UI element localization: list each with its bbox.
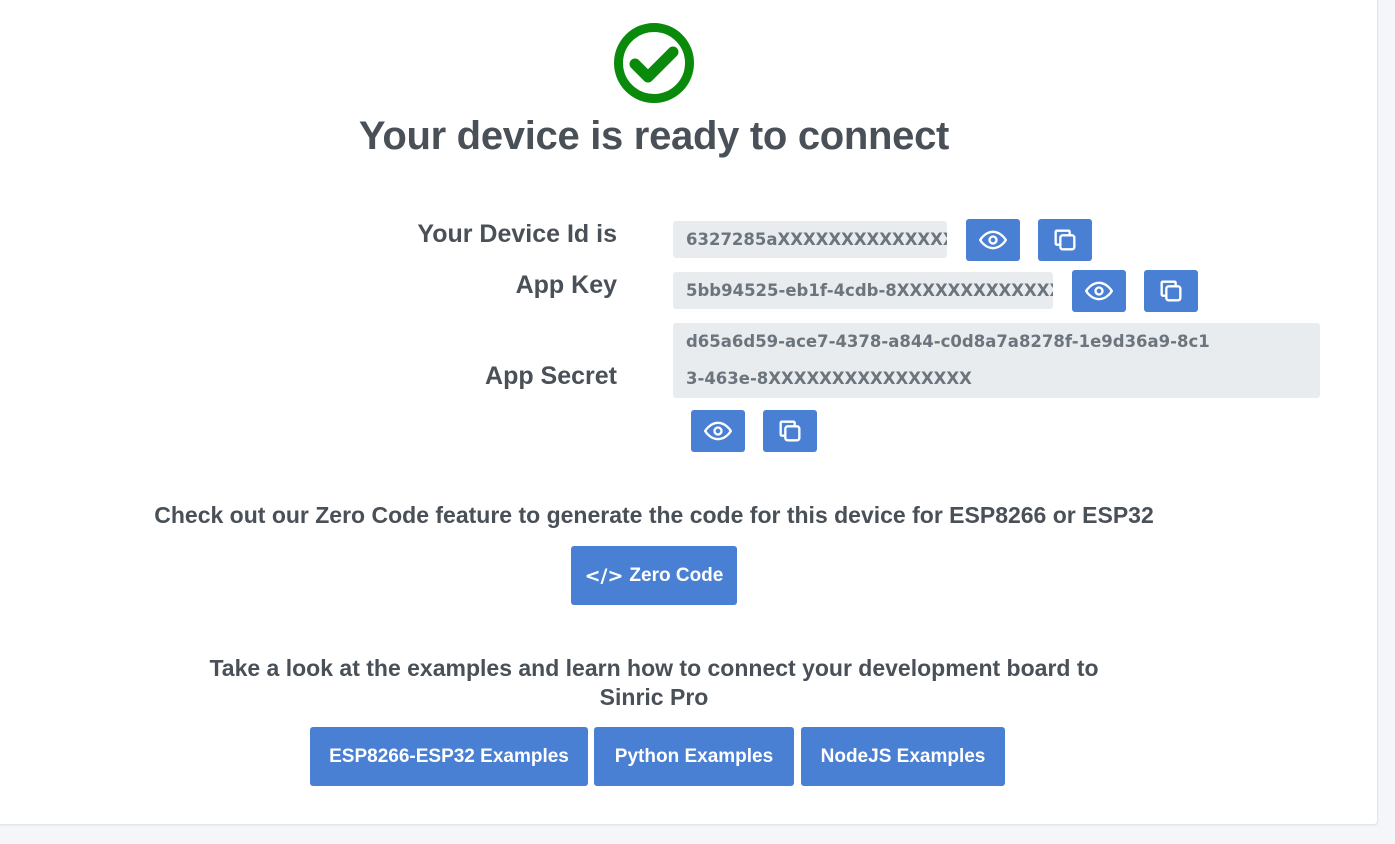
app-key-copy-button[interactable] bbox=[1144, 270, 1198, 312]
eye-icon bbox=[704, 421, 732, 441]
eye-icon bbox=[979, 230, 1007, 250]
copy-icon bbox=[1160, 280, 1182, 302]
examples-description-line1: Take a look at the examples and learn ho… bbox=[209, 655, 1099, 681]
device-ready-card: Your device is ready to connect Your Dev… bbox=[0, 0, 1378, 825]
device-id-field[interactable]: 6327285aXXXXXXXXXXXXXXXX bbox=[673, 221, 947, 258]
device-id-label: Your Device Id is bbox=[417, 220, 617, 248]
examples-description: Take a look at the examples and learn ho… bbox=[0, 655, 1308, 711]
zero-code-description: Check out our Zero Code feature to gener… bbox=[154, 502, 1154, 528]
device-id-copy-button[interactable] bbox=[1038, 219, 1092, 261]
code-icon: </> bbox=[584, 564, 624, 587]
device-id-reveal-button[interactable] bbox=[966, 219, 1020, 261]
app-key-field[interactable]: 5bb94525-eb1f-4cdb-8XXXXXXXXXXXXXXXX bbox=[673, 272, 1053, 309]
app-secret-copy-button[interactable] bbox=[763, 410, 817, 452]
app-secret-field[interactable]: d65a6d59-ace7-4378-a844-c0d8a7a8278f-1e9… bbox=[673, 323, 1320, 398]
zero-code-button[interactable]: </> Zero Code bbox=[571, 546, 737, 605]
examples-description-line2: Sinric Pro bbox=[599, 684, 709, 710]
check-circle-icon bbox=[614, 23, 694, 103]
app-secret-reveal-button[interactable] bbox=[691, 410, 745, 452]
copy-icon bbox=[1054, 229, 1076, 251]
eye-icon bbox=[1085, 281, 1113, 301]
app-key-label: App Key bbox=[515, 271, 617, 299]
copy-icon bbox=[779, 420, 801, 442]
app-key-reveal-button[interactable] bbox=[1072, 270, 1126, 312]
python-examples-button[interactable]: Python Examples bbox=[594, 727, 794, 786]
zero-code-button-label: Zero Code bbox=[629, 564, 724, 586]
esp-examples-button[interactable]: ESP8266-ESP32 Examples bbox=[310, 727, 588, 786]
page-title: Your device is ready to connect bbox=[358, 114, 950, 158]
nodejs-examples-button[interactable]: NodeJS Examples bbox=[801, 727, 1005, 786]
app-secret-label: App Secret bbox=[485, 362, 617, 390]
